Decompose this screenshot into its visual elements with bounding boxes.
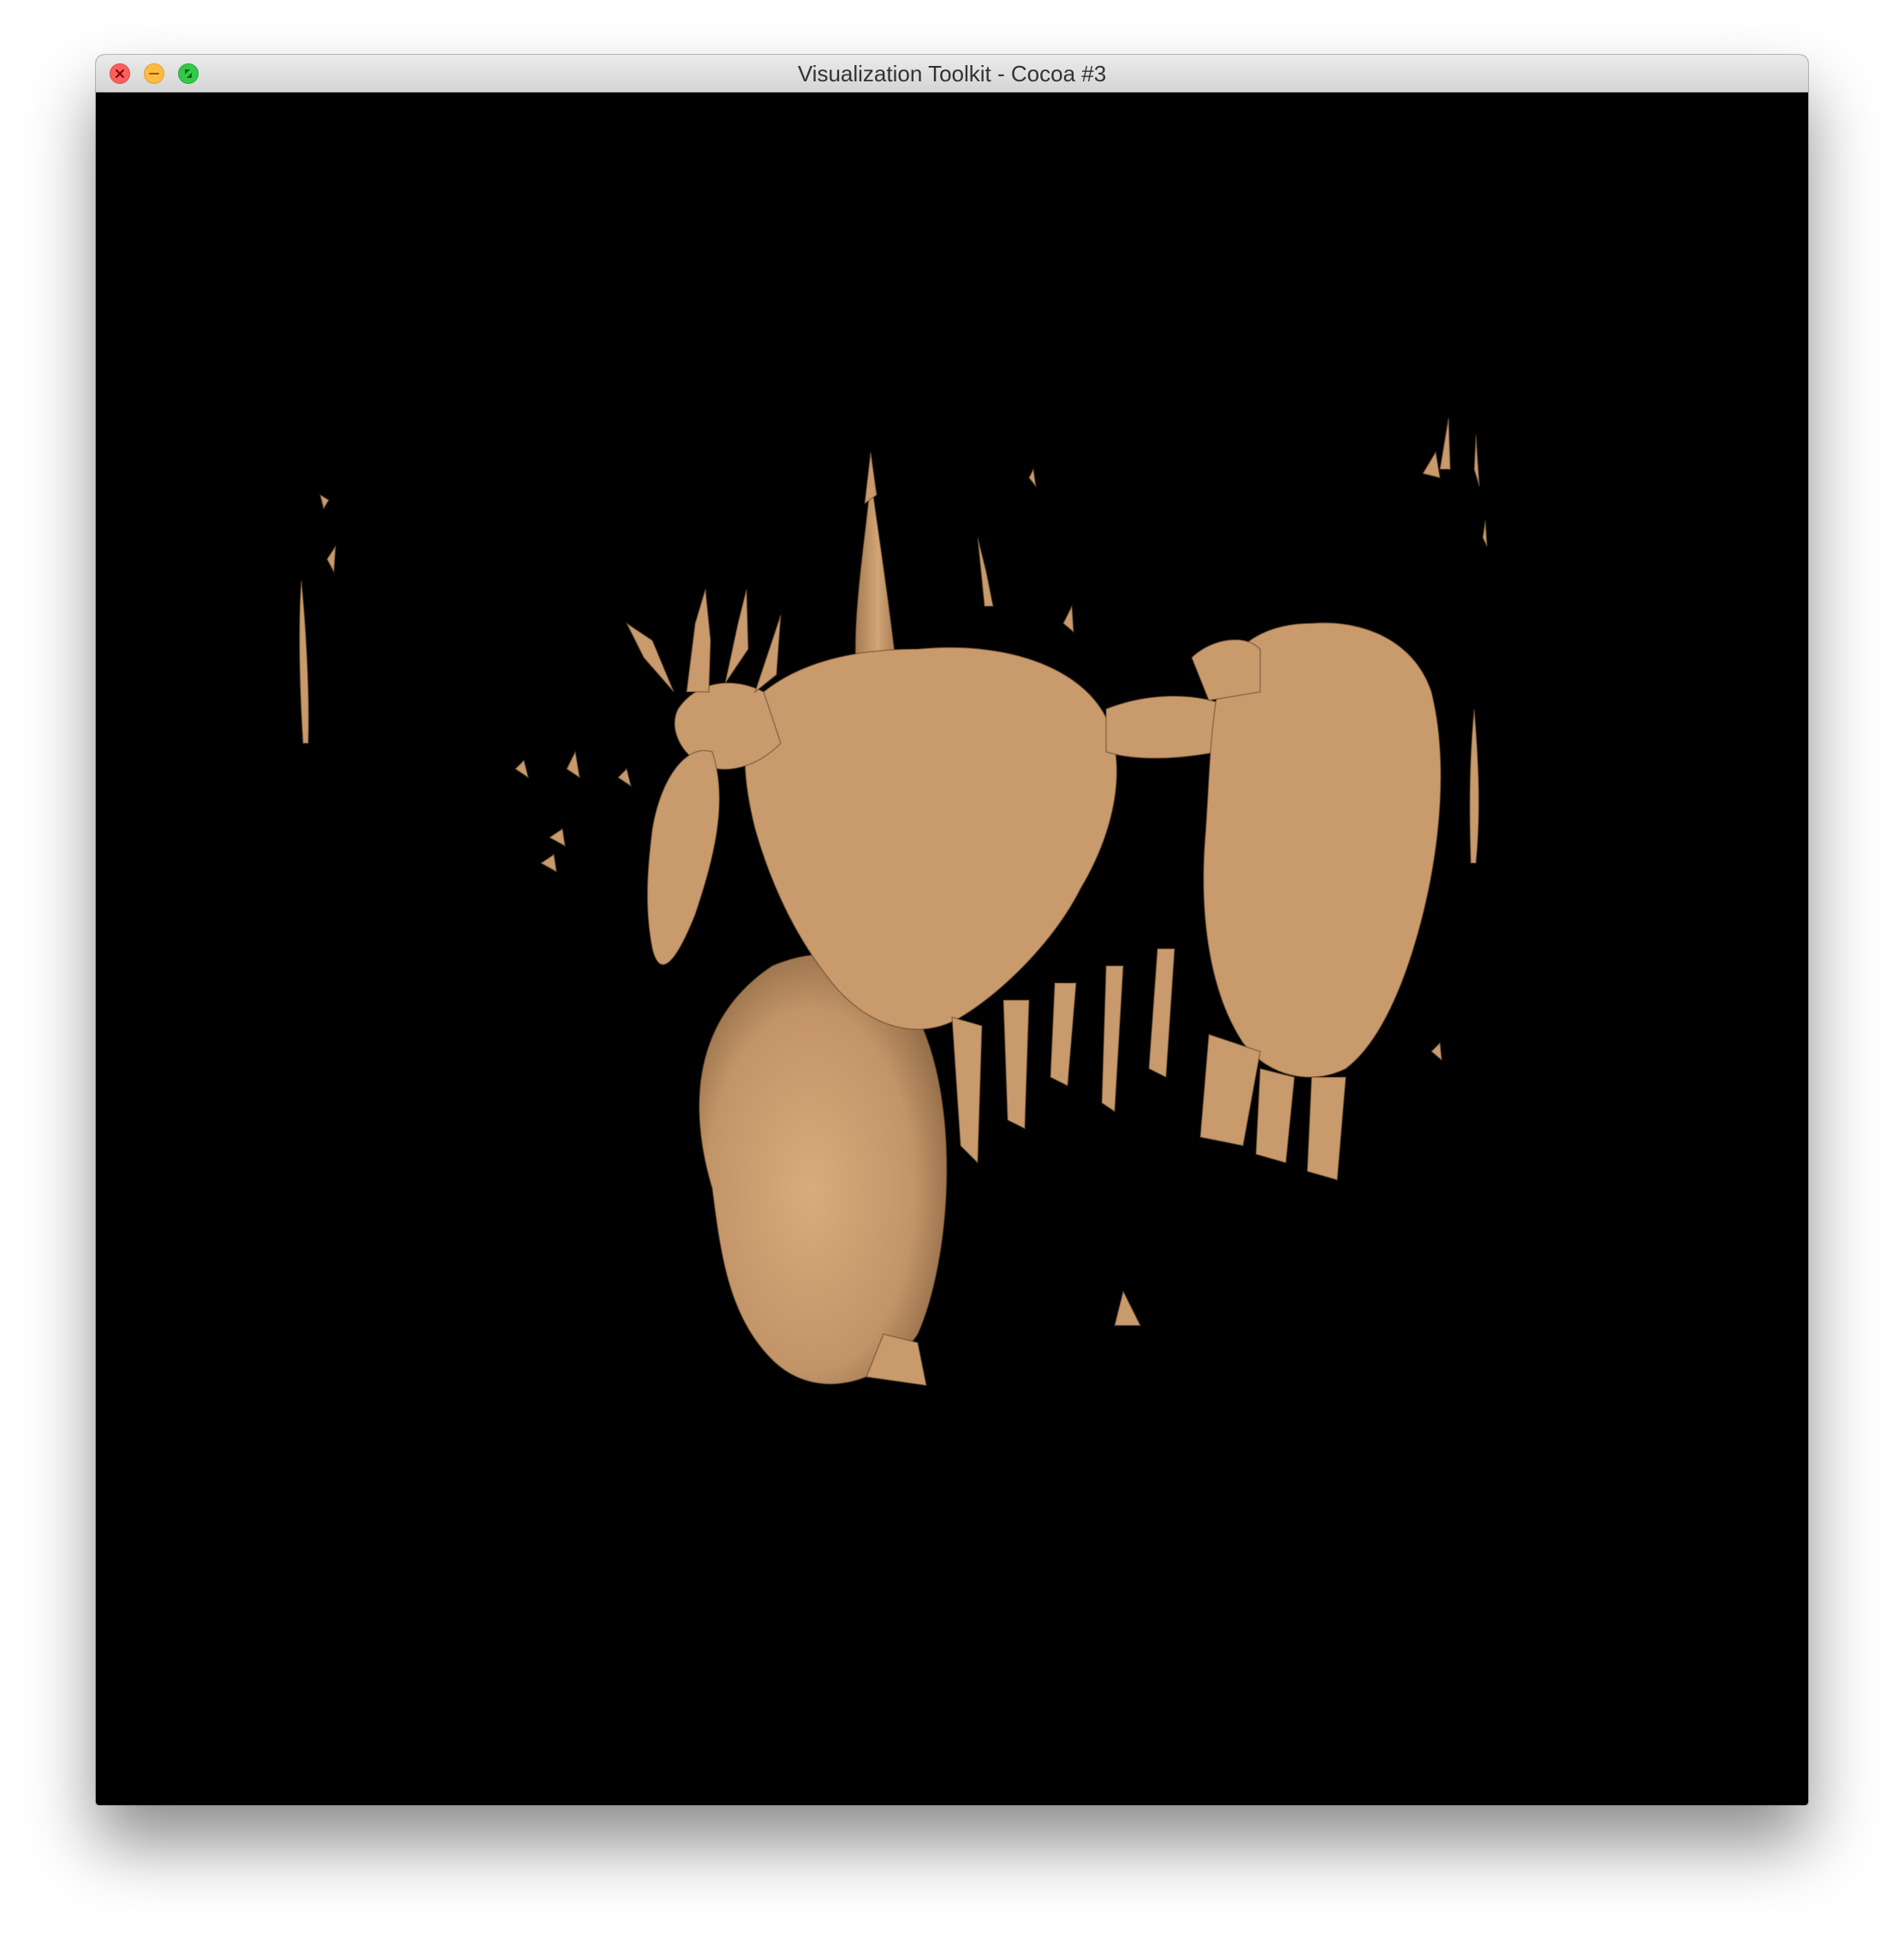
- window-title: Visualization Toolkit - Cocoa #3: [797, 61, 1107, 86]
- surface-mesh: [299, 417, 1488, 1386]
- isosurface-render: [299, 417, 1488, 1386]
- title-bar[interactable]: Visualization Toolkit - Cocoa #3: [96, 55, 1808, 92]
- render-viewport[interactable]: [96, 92, 1808, 1805]
- vtk-window: Visualization Toolkit - Cocoa #3: [96, 55, 1808, 1805]
